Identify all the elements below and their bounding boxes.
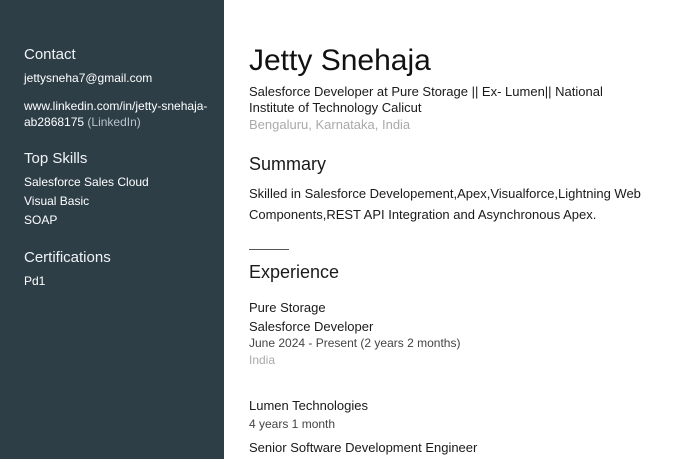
skills-heading: Top Skills [24, 150, 88, 167]
job-role: Senior Software Development Engineer [249, 440, 478, 455]
linkedin-url-line1: www.linkedin.com/in/jetty-snehaja- [24, 99, 208, 113]
contact-heading: Contact [24, 46, 76, 63]
job-duration: 4 years 1 month [249, 417, 336, 431]
sidebar: Contact jettysneha7@gmail.com www.linked… [0, 0, 224, 459]
experience-title: Experience [249, 262, 340, 282]
job-dates: June 2024 - Present (2 years 2 months) [249, 336, 461, 350]
job-role: Salesforce Developer [249, 319, 374, 334]
skill-item: Visual Basic [24, 194, 90, 208]
job-location: India [249, 353, 276, 367]
summary-line1: Skilled in Salesforce Developement,Apex,… [249, 186, 641, 201]
profile-name: Jetty Snehaja [249, 44, 431, 77]
certifications-heading: Certifications [24, 249, 111, 266]
linkedin-suffix: (LinkedIn) [87, 115, 141, 129]
linkedin-url-line2: ab2868175 [24, 115, 85, 129]
profile-location: Bengaluru, Karnataka, India [249, 117, 411, 132]
summary-line2: Components,REST API Integration and Asyn… [249, 207, 597, 222]
job-company: Pure Storage [249, 300, 326, 315]
job-company: Lumen Technologies [249, 398, 369, 413]
profile-headline-line2: Institute of Technology Calicut [249, 100, 422, 115]
email-link[interactable]: jettysneha7@gmail.com [24, 70, 220, 86]
summary-title: Summary [249, 154, 327, 174]
profile-headline-line1: Salesforce Developer at Pure Storage || … [249, 84, 603, 99]
skill-item: SOAP [24, 213, 58, 227]
certification-item: Pd1 [24, 274, 46, 288]
linkedin-link[interactable]: www.linkedin.com/in/jetty-snehaja- ab286… [24, 98, 220, 130]
skill-item: Salesforce Sales Cloud [24, 175, 149, 189]
main-content: Jetty Snehaja Salesforce Developer at Pu… [224, 0, 680, 459]
section-divider [249, 249, 289, 250]
